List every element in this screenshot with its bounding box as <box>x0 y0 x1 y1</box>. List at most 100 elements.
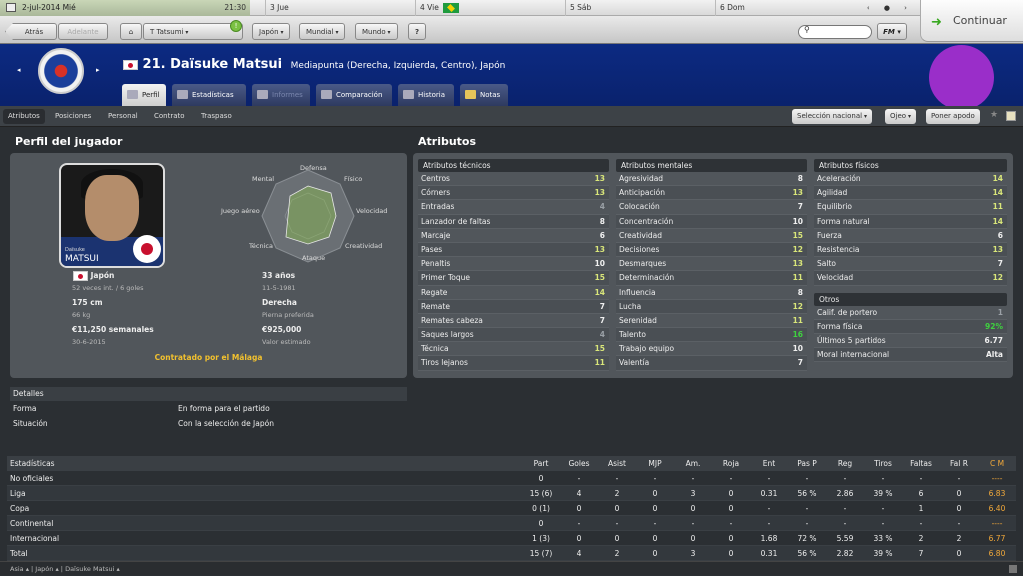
table-row[interactable]: Internacional 1 (3) 0 0 0 0 0 1.68 72 % 5.59 33 % 2… <box>7 531 1016 546</box>
attribute-row[interactable]: Agilidad 14 <box>814 186 1007 201</box>
day-cell[interactable]: 4 Vie <box>415 0 459 16</box>
attribute-row[interactable]: Trabajo equipo 10 <box>616 342 807 357</box>
attribute-row[interactable]: Velocidad 12 <box>814 271 1007 286</box>
table-row[interactable]: No oficiales 0- - - - - - - - - - - ---- <box>7 471 1016 486</box>
attribute-row[interactable]: Equilibrio 11 <box>814 200 1007 215</box>
stats-cell: 0 (1) <box>532 504 550 513</box>
history-icon <box>403 90 414 99</box>
attribute-row[interactable]: Influencia 8 <box>616 286 807 300</box>
tab-historia[interactable]: Historia <box>398 84 454 106</box>
attribute-row[interactable]: Lucha 12 <box>616 299 807 314</box>
stats-cell: 2 <box>614 489 620 498</box>
next-arrow-icon[interactable]: ▸ <box>96 66 100 74</box>
attribute-row[interactable]: Talento 16 <box>616 328 807 343</box>
subtab-posiciones[interactable]: Posiciones <box>50 109 96 124</box>
day-cell[interactable]: 6 Dom <box>715 0 865 16</box>
tab-estadisticas[interactable]: Estadísticas <box>172 84 246 106</box>
attribute-row[interactable]: Marcaje 6 <box>418 229 609 243</box>
attribute-label: Técnica <box>421 344 449 354</box>
attribute-row[interactable]: Forma natural 14 <box>814 214 1007 229</box>
table-row[interactable]: Copa 0 (1) 0 0 0 0 0 - - - - 1 0 6.40 <box>7 501 1016 516</box>
attribute-row[interactable]: Entradas 4 <box>418 200 609 215</box>
attribute-row[interactable]: Penaltis 10 <box>418 257 609 272</box>
attribute-row[interactable]: Moral internacional Alta <box>814 348 1007 363</box>
japan-menu[interactable]: Japón <box>252 23 291 40</box>
star-icon[interactable]: ★ <box>990 110 998 120</box>
attribute-row[interactable]: Serenidad 11 <box>616 314 807 329</box>
scouting-menu[interactable]: Ojeo <box>885 109 916 124</box>
subtab-contrato[interactable]: Contrato <box>149 109 190 124</box>
previous-arrow-icon[interactable]: ◂ <box>17 66 21 74</box>
tab-notas[interactable]: Notas <box>460 84 508 106</box>
weight: 66 kg <box>72 311 91 319</box>
tab-informes[interactable]: Informes <box>252 84 310 106</box>
search-input[interactable]: ⚲ <box>798 25 872 39</box>
resize-icon[interactable] <box>1009 565 1017 573</box>
attribute-row[interactable]: Concentración 10 <box>616 214 807 229</box>
attribute-row[interactable]: Últimos 5 partidos 6.77 <box>814 334 1007 349</box>
tab-perfil[interactable]: Perfil <box>122 84 166 106</box>
subtab-atributos[interactable]: Atributos <box>3 109 45 124</box>
manager-menu[interactable]: T Tatsumi <box>143 23 243 40</box>
attribute-row[interactable]: Determinación 11 <box>616 271 807 286</box>
attribute-row[interactable]: Pases 13 <box>418 242 609 258</box>
subtab-personal[interactable]: Personal <box>103 109 143 124</box>
calendar-nav[interactable]: ‹ ● › <box>867 0 913 16</box>
attribute-row[interactable]: Saques largos 4 <box>418 328 609 343</box>
notification-icon[interactable]: ! <box>230 20 242 32</box>
attribute-row[interactable]: Centros 13 <box>418 172 609 187</box>
tab-comparacion[interactable]: Comparación <box>316 84 392 106</box>
notes-icon[interactable] <box>1006 111 1016 121</box>
table-row[interactable]: Liga 15 (6) 4 2 0 3 0 0.31 56 % 2.86 39 % 6 0 6.83 <box>7 486 1016 501</box>
stats-cell: - <box>843 474 847 483</box>
nickname-button[interactable]: Poner apodo <box>926 109 980 124</box>
attribute-row[interactable]: Lanzador de faltas 8 <box>418 214 609 229</box>
attribute-row[interactable]: Remates cabeza 7 <box>418 314 609 329</box>
attribute-row[interactable]: Resistencia 13 <box>814 242 1007 258</box>
attribute-row[interactable]: Fuerza 6 <box>814 229 1007 243</box>
attribute-row[interactable]: Regate 14 <box>418 286 609 300</box>
attribute-row[interactable]: Técnica 15 <box>418 342 609 357</box>
attribute-value: 4 <box>599 202 605 212</box>
attribute-row[interactable]: Creatividad 15 <box>616 229 807 243</box>
attribute-row[interactable]: Aceleración 14 <box>814 172 1007 187</box>
current-date[interactable]: 2-jul-2014 Mié <box>0 0 250 16</box>
forward-button[interactable]: Adelante <box>58 23 108 40</box>
attribute-row[interactable]: Agresividad 8 <box>616 172 807 187</box>
breadcrumb-japan[interactable]: Japón <box>35 565 53 573</box>
nationality[interactable]: Japón <box>73 271 114 281</box>
stats-cell: MJP <box>648 459 662 468</box>
mundo-menu[interactable]: Mundo <box>355 23 398 40</box>
breadcrumb-asia[interactable]: Asia <box>10 565 24 573</box>
attribute-row[interactable]: Decisiones 12 <box>616 242 807 258</box>
attribute-row[interactable]: Forma física 92% <box>814 319 1007 334</box>
attribute-row[interactable]: Colocación 7 <box>616 200 807 215</box>
attribute-row[interactable]: Remate 7 <box>418 299 609 314</box>
subtab-traspaso[interactable]: Traspaso <box>196 109 237 124</box>
stats-cell: 0 <box>728 534 734 543</box>
attribute-row[interactable]: Desmarques 13 <box>616 257 807 272</box>
help-button[interactable]: ? <box>408 23 426 40</box>
table-row[interactable]: Total 15 (7) 4 2 0 3 0 0.31 56 % 2.82 39 % 7 0 6.80 <box>7 546 1016 561</box>
fm-menu-button[interactable]: FM ▾ <box>877 23 907 40</box>
contract-status[interactable]: Contratado por el Málaga <box>10 353 407 362</box>
day-cell[interactable]: 5 Sáb <box>565 0 591 16</box>
table-row[interactable]: Continental 0- - - - - - - - - - - ---- <box>7 516 1016 531</box>
stats-cell: 0 <box>956 504 962 513</box>
continue-button[interactable]: ➜ Continuar <box>920 0 1023 42</box>
mundial-menu[interactable]: Mundial <box>299 23 346 40</box>
home-icon[interactable]: ⌂ <box>120 23 142 40</box>
attribute-row[interactable]: Salto 7 <box>814 257 1007 272</box>
attribute-row[interactable]: Córners 13 <box>418 186 609 201</box>
attribute-row[interactable]: Calif. de portero 1 <box>814 306 1007 320</box>
attribute-row[interactable]: Tiros lejanos 11 <box>418 356 609 371</box>
attribute-row[interactable]: Primer Toque 15 <box>418 271 609 286</box>
attribute-value: 7 <box>797 358 803 368</box>
attribute-value: 7 <box>797 202 803 212</box>
breadcrumb-player[interactable]: Daïsuke Matsui <box>65 565 114 573</box>
attribute-row[interactable]: Anticipación 13 <box>616 186 807 201</box>
back-button[interactable]: Atrás <box>5 23 57 40</box>
day-cell[interactable]: 3 Jue <box>265 0 289 16</box>
attribute-row[interactable]: Valentía 7 <box>616 356 807 371</box>
national-selection-menu[interactable]: Selección nacional <box>792 109 872 124</box>
